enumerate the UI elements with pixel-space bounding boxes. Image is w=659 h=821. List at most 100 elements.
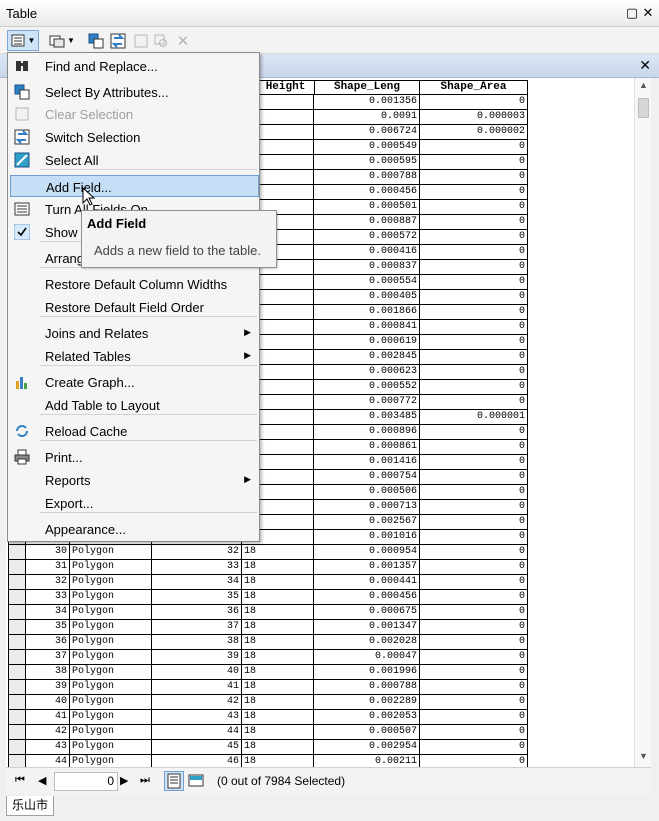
- row-selector[interactable]: [8, 710, 26, 725]
- table-cell[interactable]: 0: [420, 95, 528, 110]
- table-cell[interactable]: 0: [420, 545, 528, 560]
- table-cell[interactable]: 0: [420, 320, 528, 335]
- table-cell[interactable]: 0.000572: [314, 230, 420, 245]
- table-row[interactable]: 34 Polygon 36 18 0.000675 0: [6, 605, 530, 620]
- table-cell[interactable]: 0: [420, 170, 528, 185]
- table-row[interactable]: 33 Polygon 35 18 0.000456 0: [6, 590, 530, 605]
- table-cell[interactable]: 33: [26, 590, 70, 605]
- table-cell[interactable]: 0.000456: [314, 185, 420, 200]
- row-selector[interactable]: [8, 725, 26, 740]
- clear-selection-button[interactable]: [133, 30, 149, 51]
- menu-item-switch-selection[interactable]: Switch Selection: [10, 126, 259, 148]
- table-cell[interactable]: 18: [242, 740, 314, 755]
- table-row[interactable]: 38 Polygon 40 18 0.001996 0: [6, 665, 530, 680]
- table-cell[interactable]: 0.000772: [314, 395, 420, 410]
- table-cell[interactable]: Polygon: [70, 665, 152, 680]
- menu-item-reload-cache[interactable]: Reload Cache: [10, 420, 259, 442]
- table-cell[interactable]: 0.000754: [314, 470, 420, 485]
- table-cell[interactable]: 0: [420, 215, 528, 230]
- column-header-shape-area[interactable]: Shape_Area: [420, 80, 528, 95]
- table-cell[interactable]: 0: [420, 485, 528, 500]
- zoom-selected-button[interactable]: [153, 30, 169, 51]
- row-selector[interactable]: [8, 665, 26, 680]
- table-cell[interactable]: 43: [152, 710, 242, 725]
- table-cell[interactable]: Polygon: [70, 590, 152, 605]
- table-row[interactable]: 41 Polygon 43 18 0.002053 0: [6, 710, 530, 725]
- row-selector[interactable]: [8, 605, 26, 620]
- row-selector[interactable]: [8, 755, 26, 767]
- table-cell[interactable]: 0.000506: [314, 485, 420, 500]
- table-row[interactable]: 30 Polygon 32 18 0.000954 0: [6, 545, 530, 560]
- table-cell[interactable]: 0: [420, 425, 528, 440]
- table-cell[interactable]: 0: [420, 395, 528, 410]
- table-cell[interactable]: 0.002567: [314, 515, 420, 530]
- show-selected-records-button[interactable]: [187, 772, 205, 790]
- row-selector[interactable]: [8, 650, 26, 665]
- table-cell[interactable]: Polygon: [70, 740, 152, 755]
- table-cell[interactable]: 0.001866: [314, 305, 420, 320]
- table-cell[interactable]: 18: [242, 680, 314, 695]
- table-cell[interactable]: 0: [420, 590, 528, 605]
- table-cell[interactable]: 0: [420, 680, 528, 695]
- table-cell[interactable]: 0.000554: [314, 275, 420, 290]
- scroll-down-icon[interactable]: ▼: [635, 751, 652, 765]
- table-cell[interactable]: 0: [420, 200, 528, 215]
- menu-item-reports[interactable]: Reports ▶: [10, 469, 259, 491]
- table-cell[interactable]: 0.003485: [314, 410, 420, 425]
- table-cell[interactable]: 0: [420, 530, 528, 545]
- table-cell[interactable]: 0.000861: [314, 440, 420, 455]
- table-row[interactable]: 32 Polygon 34 18 0.000441 0: [6, 575, 530, 590]
- table-cell[interactable]: 34: [26, 605, 70, 620]
- scroll-up-icon[interactable]: ▲: [635, 80, 652, 94]
- table-cell[interactable]: 0: [420, 650, 528, 665]
- table-cell[interactable]: 0: [420, 695, 528, 710]
- table-row[interactable]: 36 Polygon 38 18 0.002028 0: [6, 635, 530, 650]
- table-cell[interactable]: 0.000841: [314, 320, 420, 335]
- table-cell[interactable]: 35: [26, 620, 70, 635]
- table-cell[interactable]: 44: [26, 755, 70, 767]
- table-cell[interactable]: 0: [420, 725, 528, 740]
- table-cell[interactable]: 0: [420, 350, 528, 365]
- menu-item-restore-default-column-widths[interactable]: Restore Default Column Widths: [10, 273, 259, 295]
- table-cell[interactable]: 18: [242, 575, 314, 590]
- row-selector[interactable]: [8, 560, 26, 575]
- menu-item-create-graph[interactable]: Create Graph...: [10, 371, 259, 393]
- table-cell[interactable]: 43: [26, 740, 70, 755]
- table-cell[interactable]: 0: [420, 260, 528, 275]
- table-cell[interactable]: Polygon: [70, 755, 152, 767]
- table-cell[interactable]: 0: [420, 230, 528, 245]
- row-selector[interactable]: [8, 620, 26, 635]
- table-cell[interactable]: 0.000507: [314, 725, 420, 740]
- current-record-input[interactable]: 0: [54, 772, 118, 791]
- table-cell[interactable]: 0.000002: [420, 125, 528, 140]
- table-cell[interactable]: 0.000713: [314, 500, 420, 515]
- menu-item-add-table-to-layout[interactable]: Add Table to Layout: [10, 394, 259, 416]
- table-cell[interactable]: Polygon: [70, 710, 152, 725]
- table-cell[interactable]: 0.000619: [314, 335, 420, 350]
- restore-icon[interactable]: ▢: [625, 6, 639, 20]
- menu-item-add-field[interactable]: Add Field...: [10, 175, 259, 197]
- table-cell[interactable]: 0: [420, 515, 528, 530]
- table-cell[interactable]: 42: [26, 725, 70, 740]
- table-cell[interactable]: 0.000788: [314, 680, 420, 695]
- table-cell[interactable]: 0: [420, 290, 528, 305]
- column-header-height[interactable]: Height: [256, 80, 314, 95]
- table-cell[interactable]: 33: [152, 560, 242, 575]
- menu-item-restore-default-field-order[interactable]: Restore Default Field Order: [10, 296, 259, 318]
- table-cell[interactable]: 18: [242, 755, 314, 767]
- table-cell[interactable]: 0.002845: [314, 350, 420, 365]
- table-cell[interactable]: 0: [420, 185, 528, 200]
- table-cell[interactable]: 34: [152, 575, 242, 590]
- vertical-scrollbar[interactable]: ▲ ▼: [634, 78, 651, 767]
- table-cell[interactable]: 39: [26, 680, 70, 695]
- table-cell[interactable]: 39: [152, 650, 242, 665]
- table-cell[interactable]: 41: [26, 710, 70, 725]
- table-cell[interactable]: 0.0091: [314, 110, 420, 125]
- table-cell[interactable]: 0: [420, 140, 528, 155]
- table-cell[interactable]: 45: [152, 740, 242, 755]
- row-selector[interactable]: [8, 740, 26, 755]
- table-cell[interactable]: 0: [420, 575, 528, 590]
- menu-item-find-and-replace[interactable]: Find and Replace...: [10, 55, 259, 77]
- table-cell[interactable]: 0.000441: [314, 575, 420, 590]
- table-cell[interactable]: 0.001416: [314, 455, 420, 470]
